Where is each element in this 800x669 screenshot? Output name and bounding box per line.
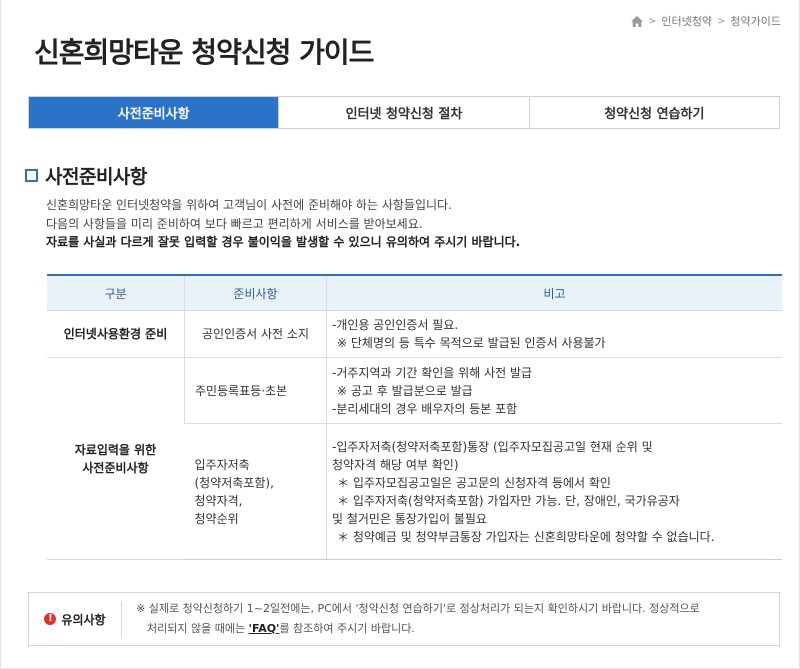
remarks-line: ※ 공고 후 발급분으로 발급 [337,383,473,398]
breadcrumb-separator: > [717,15,726,27]
square-bullet-icon [25,169,38,182]
preparation-table: 구분 준비사항 비고 인터넷사용환경 준비 공인인증서 사전 소지 -개인용 공… [47,274,782,560]
notice-text-prefix: 처리되지 않을 때에는 [147,622,249,635]
notice-label: ! 유의사항 [29,611,121,628]
remarks-line: -개인용 공인인증서 필요. [332,318,459,332]
remarks-line: ※ 단체명의 등 특수 목적으로 발급된 인증서 사용불가 [337,336,606,350]
remarks-line: ＊ 입주자모집공고일은 공고문의 신청자격 등에서 확인 [337,475,611,490]
notice-box: ! 유의사항 ※ 실제로 청약신청하기 1~2일전에는, PC에서 '청약신청 … [28,592,780,646]
breadcrumb: > 인터넷청약 > 청약가이드 [631,13,781,29]
notice-text: ※ 실제로 청약신청하기 1~2일전에는, PC에서 '청약신청 연습하기'로 … [136,599,700,639]
notice-divider [121,601,122,637]
header-preparation: 준비사항 [184,274,327,311]
remarks-line: ＊ 입주자저축(청약저축포함) 가입자만 가능. 단, 장애인, 국가유공자 [337,493,680,508]
intro-warning: 자료를 사실과 다르게 잘못 입력할 경우 불이익을 발생할 수 있으니 유의하… [46,235,521,249]
notice-line: ※ 실제로 청약신청하기 1~2일전에는, PC에서 '청약신청 연습하기'로 … [136,602,700,615]
preparation-line: (청약저축포함), [194,475,274,490]
remarks-cell: -거주지역과 기간 확인을 위해 사전 발급 ※ 공고 후 발급분으로 발급 -… [326,357,782,424]
page-title: 신혼희망타운 청약신청 가이드 [34,36,374,69]
remarks-line: -입주자저축(청약저축포함)통장 (입주자모집공고일 현재 순위 및 [332,439,653,454]
tab-application-practice[interactable]: 청약신청 연습하기 [528,97,779,128]
alert-circle-icon: ! [44,613,57,625]
breadcrumb-item-internet-subscription[interactable]: 인터넷청약 [661,13,712,29]
header-remarks: 비고 [326,274,782,311]
intro-text: 신혼희망타운 인터넷청약을 위하여 고객님이 사전에 준비해야 하는 사항들입니… [46,196,520,252]
table-row: 인터넷사용환경 준비 공인인증서 사전 소지 -개인용 공인인증서 필요. ※ … [47,310,782,358]
remarks-cell: -입주자저축(청약저축포함)통장 (입주자모집공고일 현재 순위 및 청약자격 … [326,423,782,560]
section-title: 사전준비사항 [45,166,147,188]
guide-tabs: 사전준비사항 인터넷 청약신청 절차 청약신청 연습하기 [28,96,780,129]
page: > 인터넷청약 > 청약가이드 신혼희망타운 청약신청 가이드 사전준비사항 인… [0,0,800,669]
remarks-line: ＊ 청약예금 및 청약부금통장 가입자는 신혼희망타운에 청약할 수 없습니다. [337,529,715,544]
notice-line: 처리되지 않을 때에는 'FAQ'를 참조하여 주시기 바랍니다. [136,619,700,639]
faq-link[interactable]: 'FAQ' [249,622,280,635]
intro-line: 신혼희망타운 인터넷청약을 위하여 고객님이 사전에 준비해야 하는 사항들입니… [46,198,452,212]
breadcrumb-separator: > [648,15,657,27]
preparation-line: 청약순위 [194,511,239,526]
tab-preparation[interactable]: 사전준비사항 [29,97,279,128]
preparation-cell: 주민등록표등·초본 [184,357,327,424]
preparation-cell: 입주자저축 (청약저축포함), 청약자격, 청약순위 [184,423,327,560]
breadcrumb-item-subscription-guide[interactable]: 청약가이드 [730,13,781,29]
remarks-line: 및 철거민은 통장가입이 불필요 [332,511,487,526]
notice-text-suffix: 를 참조하여 주시기 바랍니다. [279,622,415,635]
intro-line: 다음의 사항들을 미리 준비하여 보다 빠르고 편리하게 서비스를 받아보세요. [46,216,423,231]
preparation-cell: 공인인증서 사전 소지 [184,310,327,358]
notice-label-text: 유의사항 [61,612,106,627]
table-header-row: 구분 준비사항 비고 [47,274,782,311]
category-cell: 자료입력을 위한 사전준비사항 [47,357,185,560]
preparation-line: 청약자격, [194,493,243,508]
home-icon[interactable] [631,15,643,27]
remarks-line: -분리세대의 경우 배우자의 등본 포함 [332,401,518,416]
tab-internet-application-procedure[interactable]: 인터넷 청약신청 절차 [278,97,529,128]
category-line: 사전준비사항 [82,460,149,475]
remarks-line: -거주지역과 기간 확인을 위해 사전 발급 [332,365,533,380]
header-category: 구분 [47,274,185,311]
remarks-cell: -개인용 공인인증서 필요. ※ 단체명의 등 특수 목적으로 발급된 인증서 … [326,310,782,358]
remarks-line: 청약자격 해당 여부 확인) [332,457,459,472]
preparation-line: 입주자저축 [194,457,250,472]
category-line: 자료입력을 위한 [74,442,157,457]
category-cell: 인터넷사용환경 준비 [47,310,185,358]
table-row: 자료입력을 위한 사전준비사항 주민등록표등·초본 -거주지역과 기간 확인을 … [47,357,782,560]
section-heading: 사전준비사항 [25,162,147,189]
